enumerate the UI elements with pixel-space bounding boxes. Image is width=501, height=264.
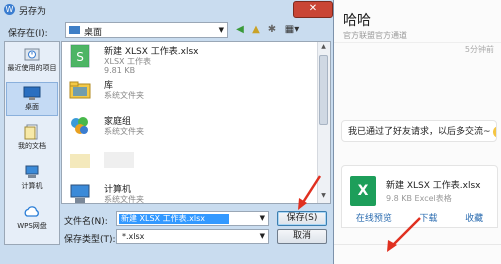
filetype-value: *.xlsx: [122, 232, 145, 241]
file-desc: 系统文件夹: [104, 127, 144, 136]
svg-text:S: S: [76, 50, 84, 64]
scroll-down-icon[interactable]: ▼: [319, 192, 328, 202]
place-documents[interactable]: 我的文档: [6, 122, 58, 156]
file-desc: 系统文件夹: [104, 91, 144, 100]
filename-value: 新建 XLSX 工作表.xlsx: [119, 214, 229, 224]
place-recent[interactable]: 最近使用的项目: [6, 44, 58, 78]
divider: [331, 42, 501, 43]
favorite-link[interactable]: 收藏: [465, 211, 483, 224]
cloud-icon: [24, 206, 39, 217]
download-link[interactable]: 下载: [419, 211, 437, 224]
preview-link[interactable]: 在线预览: [356, 211, 392, 224]
cancel-button[interactable]: 取消: [277, 229, 327, 244]
list-item[interactable]: 家庭组 系统文件夹: [68, 112, 308, 142]
place-computer[interactable]: 计算机: [6, 162, 58, 196]
list-item[interactable]: [68, 146, 308, 176]
list-item[interactable]: 计算机 系统文件夹: [68, 180, 308, 210]
file-size: 9.81 KB: [104, 66, 136, 75]
chevron-down-icon: ▼: [259, 214, 265, 222]
filename-field[interactable]: 新建 XLSX 工作表.xlsx ▼: [116, 211, 269, 226]
dialog-title: 另存为: [19, 7, 47, 17]
scroll-thumb[interactable]: [319, 55, 328, 125]
documents-icon: [24, 124, 38, 140]
desktop-icon: [23, 86, 41, 100]
close-button[interactable]: ✕: [293, 1, 333, 18]
computer-icon: [70, 184, 90, 203]
view-menu-button[interactable]: ▦▾: [281, 22, 303, 38]
spreadsheet-file-icon: S: [70, 44, 90, 68]
app-icon: W: [4, 4, 15, 15]
library-folder-icon: [69, 81, 91, 99]
file-list: S 新建 XLSX 工作表.xlsx XLSX 工作表 9.81 KB 库 系统…: [61, 41, 331, 204]
filename-label: 文件名(N):: [64, 217, 108, 227]
back-button[interactable]: ◀: [233, 22, 247, 38]
chevron-down-icon: ▼: [218, 26, 224, 34]
new-folder-button[interactable]: ✱: [265, 22, 279, 38]
place-label: 计算机: [21, 182, 43, 190]
smile-emoji-icon: [492, 125, 496, 138]
place-wps-cloud[interactable]: WPS网盘: [6, 202, 58, 236]
list-item[interactable]: S 新建 XLSX 工作表.xlsx XLSX 工作表 9.81 KB: [68, 42, 308, 75]
file-actions: 在线预览 下载 收藏: [341, 207, 498, 228]
place-label: 我的文档: [18, 142, 46, 150]
file-card-name: 新建 XLSX 工作表.xlsx: [386, 181, 481, 191]
chat-subtitle: 官方联盟官方通道: [343, 31, 407, 40]
save-as-dialog: W 另存为 ✕ 保存在(I): 桌面 ▼ ◀ ▲ ✱ ▦▾ 最近使用的项目 桌面…: [0, 0, 334, 264]
place-label: WPS网盘: [17, 222, 47, 230]
blurred-label: [104, 152, 134, 168]
homegroup-icon: [71, 117, 88, 134]
desktop-folder-icon: [69, 26, 80, 34]
save-button[interactable]: 保存(S): [277, 211, 327, 226]
file-desc: 系统文件夹: [104, 195, 144, 204]
list-item[interactable]: 库 系统文件夹: [68, 76, 308, 106]
up-folder-button[interactable]: ▲: [249, 22, 263, 38]
scroll-up-icon[interactable]: ▲: [319, 43, 328, 53]
vertical-scrollbar[interactable]: ▲ ▼: [317, 42, 330, 203]
title-bar[interactable]: W 另存为 ✕: [0, 0, 333, 20]
filetype-label: 保存类型(T):: [64, 235, 116, 245]
place-desktop[interactable]: 桌面: [6, 82, 58, 116]
input-divider: [331, 244, 501, 245]
recent-items-icon: [24, 48, 40, 61]
timestamp: 5分钟前: [464, 45, 494, 54]
chevron-down-icon: ▼: [259, 232, 265, 240]
file-card-meta: 9.8 KB Excel表格: [386, 194, 452, 203]
filetype-select[interactable]: *.xlsx ▼: [116, 229, 269, 244]
places-bar: 最近使用的项目 桌面 我的文档 计算机 WPS网盘: [4, 41, 60, 245]
save-in-value: 桌面: [84, 28, 103, 38]
message-bubble: 我已通过了好友请求，以后多交流~: [341, 120, 497, 142]
place-label: 桌面: [25, 103, 39, 111]
chat-title: 哈哈: [343, 13, 371, 29]
excel-file-icon: X: [350, 176, 376, 206]
place-label: 最近使用的项目: [7, 64, 57, 72]
computer-icon: [25, 165, 39, 178]
save-in-label: 保存在(I):: [8, 29, 48, 39]
chat-panel: 哈哈 官方联盟官方通道 5分钟前 我已通过了好友请求，以后多交流~ X 新建 X…: [330, 0, 501, 264]
save-in-select[interactable]: 桌面 ▼: [65, 22, 228, 38]
message-text: 我已通过了好友请求，以后多交流~: [348, 127, 491, 137]
blurred-folder-icon: [70, 154, 90, 168]
